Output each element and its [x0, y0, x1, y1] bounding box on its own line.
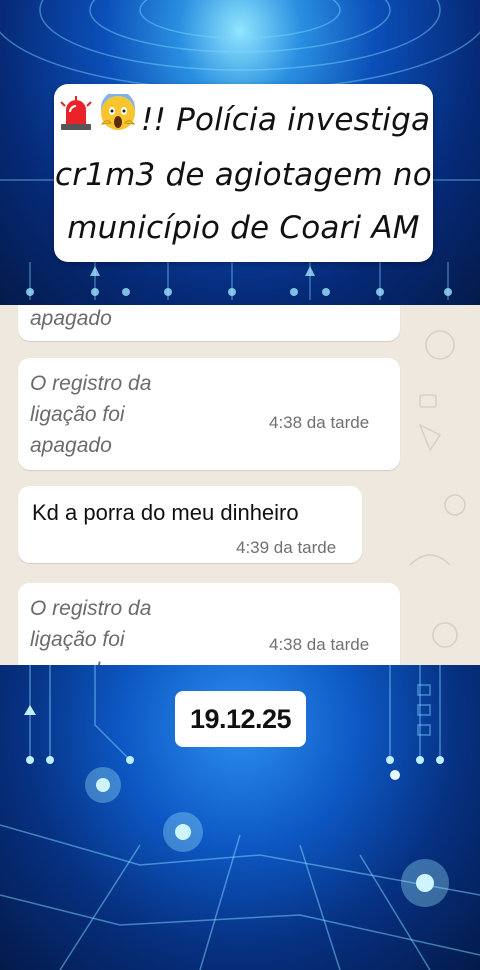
deleted-message-text: O registro da ligação foi apagado [30, 597, 152, 665]
news-title-card: !! Polícia investiga cr1m3 de agiotagem … [54, 84, 433, 262]
chat-message[interactable]: Kd a porra do meu dinheiro 4:39 da tarde [18, 486, 362, 563]
deleted-message-text: apagado [30, 307, 112, 330]
message-text: Kd a porra do meu dinheiro [32, 500, 299, 525]
message-time: 4:38 da tarde [269, 635, 370, 654]
message-time: 4:38 da tarde [269, 413, 370, 432]
date-label-card: 19.12.25 [175, 691, 306, 747]
chat-message[interactable]: O registro da ligação foi apagado 4:38 d… [18, 358, 400, 470]
chat-message[interactable]: O registro da ligação foi apagado 4:38 d… [18, 583, 400, 665]
screaming-face-icon [99, 91, 137, 149]
deleted-message-text: O registro da ligação foi apagado [30, 372, 152, 457]
chat-screenshot: apagado O registro da ligação foi apagad… [0, 305, 480, 665]
date-label: 19.12.25 [189, 704, 292, 734]
chat-message[interactable]: apagado [18, 305, 400, 341]
news-headline: !! Polícia investiga cr1m3 de agiotagem … [54, 91, 433, 255]
message-time: 4:39 da tarde [236, 538, 337, 557]
police-siren-icon [57, 94, 95, 149]
